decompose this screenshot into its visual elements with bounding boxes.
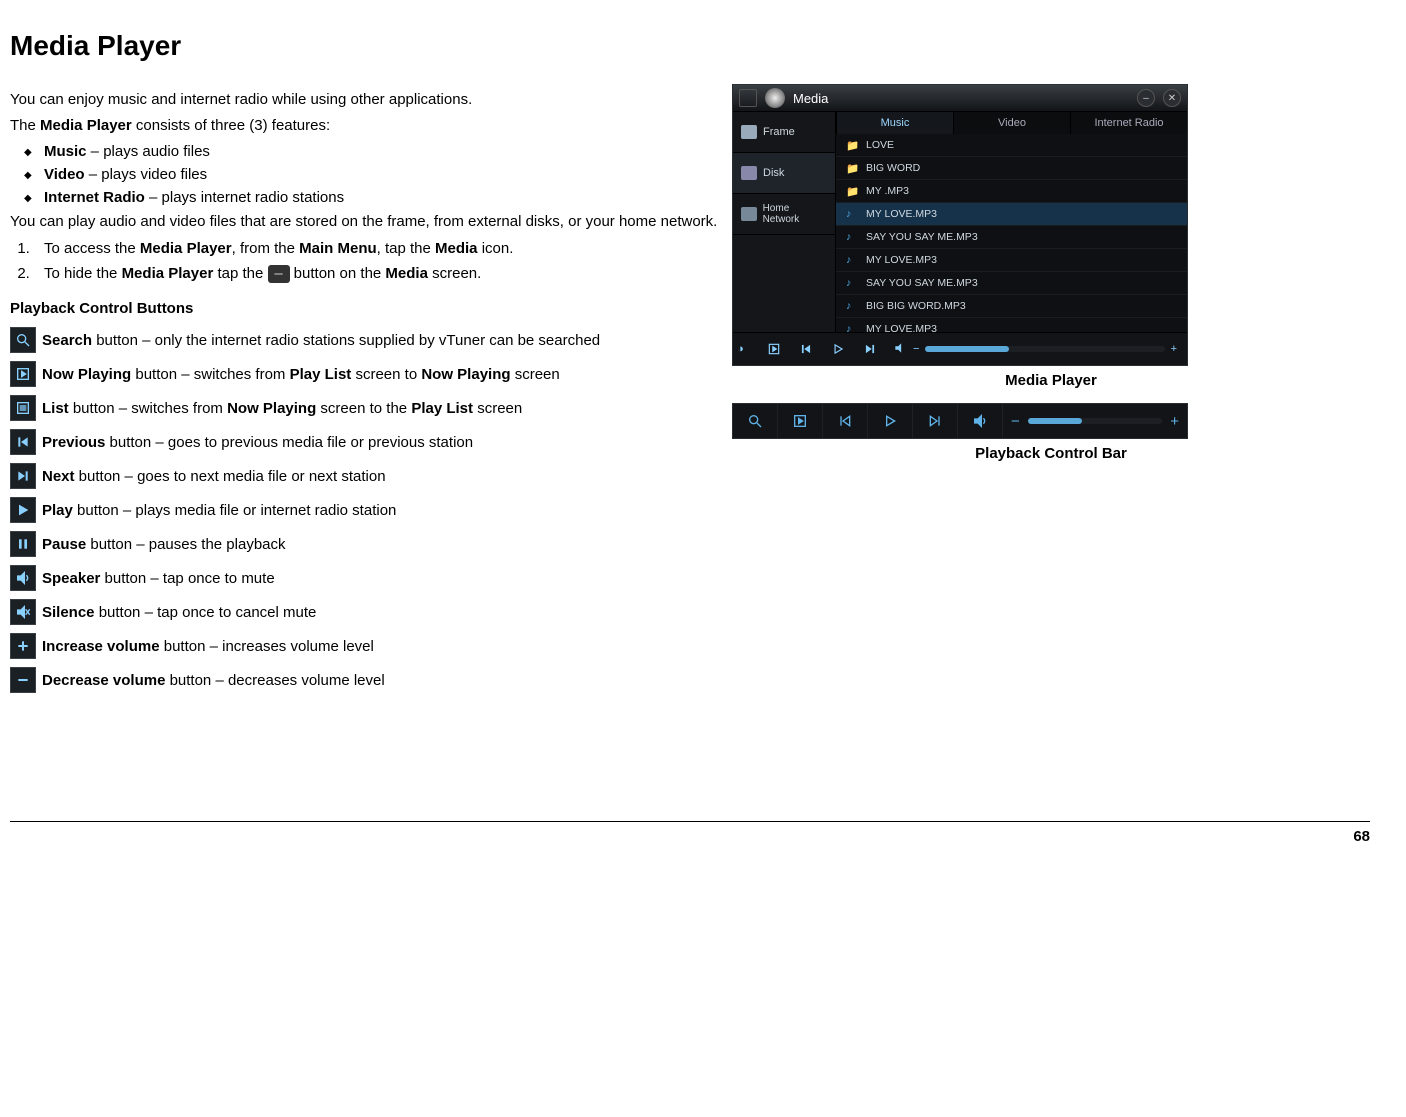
minimize-button[interactable]: – (1137, 89, 1155, 107)
tab-music[interactable]: Music (836, 112, 953, 134)
minimize-icon: – (268, 265, 290, 283)
file-name: SAY YOU SAY ME.MP3 (866, 277, 978, 289)
pb-volume-slider[interactable] (1028, 418, 1162, 424)
search-icon (10, 327, 36, 353)
music-note-icon: ♪ (846, 254, 858, 266)
file-row[interactable]: ♪ MY LOVE.MP3 (836, 203, 1187, 226)
media-player-window: Media – ✕ Frame Disk Home Network Music … (732, 84, 1188, 366)
previous-button[interactable] (791, 336, 821, 362)
next-button[interactable] (855, 336, 885, 362)
page-number: 68 (1353, 828, 1370, 845)
folder-icon: 📁 (846, 185, 858, 198)
player-control-bar: ◑ − + (733, 332, 1187, 365)
pb-speaker-button[interactable] (958, 404, 1003, 438)
dock-icon[interactable]: ◑ (737, 343, 757, 355)
file-row[interactable]: 📁 MY .MP3 (836, 180, 1187, 203)
file-name: MY .MP3 (866, 185, 909, 197)
tab-internet-radio[interactable]: Internet Radio (1070, 112, 1187, 134)
pause-icon (10, 531, 36, 557)
file-name: MY LOVE.MP3 (866, 208, 937, 220)
pb-now-playing-button[interactable] (778, 404, 823, 438)
intro-text: You can enjoy music and internet radio w… (10, 90, 720, 110)
list-icon (10, 395, 36, 421)
steps-list: To access the Media Player, from the Mai… (10, 240, 720, 283)
music-note-icon: ♪ (846, 231, 858, 243)
file-name: LOVE (866, 139, 894, 151)
source-home-network[interactable]: Home Network (733, 194, 835, 235)
file-name: BIG BIG WORD.MP3 (866, 300, 966, 312)
file-row[interactable]: ♪ BIG BIG WORD.MP3 (836, 295, 1187, 318)
folder-icon: 📁 (846, 139, 858, 152)
source-sidebar: Frame Disk Home Network (733, 112, 836, 332)
play-icon (10, 497, 36, 523)
file-name: MY LOVE.MP3 (866, 323, 937, 332)
page-title: Media Player (10, 30, 1370, 62)
next-icon (10, 463, 36, 489)
pb-next-button[interactable] (913, 404, 958, 438)
file-row[interactable]: ♪ MY LOVE.MP3 (836, 318, 1187, 332)
pb-search-button[interactable] (733, 404, 778, 438)
pb-previous-button[interactable] (823, 404, 868, 438)
playback-bar-caption: Playback Control Bar (732, 445, 1370, 462)
file-row[interactable]: 📁 BIG WORD (836, 157, 1187, 180)
features-intro: The Media Player consists of three (3) f… (10, 116, 720, 136)
file-list: 📁 LOVE 📁 BIG WORD 📁 MY .MP3 ♪ MY LOVE.MP3 ♪ SAY Y… (836, 134, 1187, 332)
volume-slider[interactable] (925, 346, 1164, 352)
previous-icon (10, 429, 36, 455)
features-list: Music – plays audio files Video – plays … (10, 143, 720, 206)
disc-icon (765, 88, 785, 108)
tab-video[interactable]: Video (953, 112, 1070, 134)
folder-icon: 📁 (846, 162, 858, 175)
volume-up-icon (10, 633, 36, 659)
tab-bar: Music Video Internet Radio (836, 112, 1187, 134)
music-note-icon: ♪ (846, 277, 858, 289)
file-name: MY LOVE.MP3 (866, 254, 937, 266)
source-disk[interactable]: Disk (733, 153, 835, 194)
file-row[interactable]: 📁 LOVE (836, 134, 1187, 157)
file-row[interactable]: ♪ SAY YOU SAY ME.MP3 (836, 226, 1187, 249)
volume-up-button[interactable]: + (1171, 343, 1177, 355)
file-row[interactable]: ♪ SAY YOU SAY ME.MP3 (836, 272, 1187, 295)
playback-control-bar: − + (732, 403, 1188, 439)
media-player-caption: Media Player (732, 372, 1370, 389)
volume-down-button[interactable]: − (913, 343, 919, 355)
music-note-icon: ♪ (846, 300, 858, 312)
now-playing-icon (10, 361, 36, 387)
volume-down-icon (10, 667, 36, 693)
window-title: Media (793, 91, 828, 106)
playback-heading: Playback Control Buttons (10, 299, 720, 319)
storage-note: You can play audio and video files that … (10, 212, 720, 232)
file-row[interactable]: ♪ MY LOVE.MP3 (836, 249, 1187, 272)
app-icon (739, 89, 757, 107)
speaker-icon (10, 565, 36, 591)
pb-volume-down-button[interactable]: − (1011, 413, 1020, 430)
close-button[interactable]: ✕ (1163, 89, 1181, 107)
file-name: BIG WORD (866, 162, 920, 174)
silence-icon (10, 599, 36, 625)
now-playing-button[interactable] (759, 336, 789, 362)
pb-volume-up-button[interactable]: + (1170, 413, 1179, 430)
music-note-icon: ♪ (846, 323, 858, 332)
source-frame[interactable]: Frame (733, 112, 835, 153)
music-note-icon: ♪ (846, 208, 858, 220)
speaker-button[interactable] (893, 341, 907, 358)
pb-play-button[interactable] (868, 404, 913, 438)
play-button[interactable] (823, 336, 853, 362)
file-name: SAY YOU SAY ME.MP3 (866, 231, 978, 243)
